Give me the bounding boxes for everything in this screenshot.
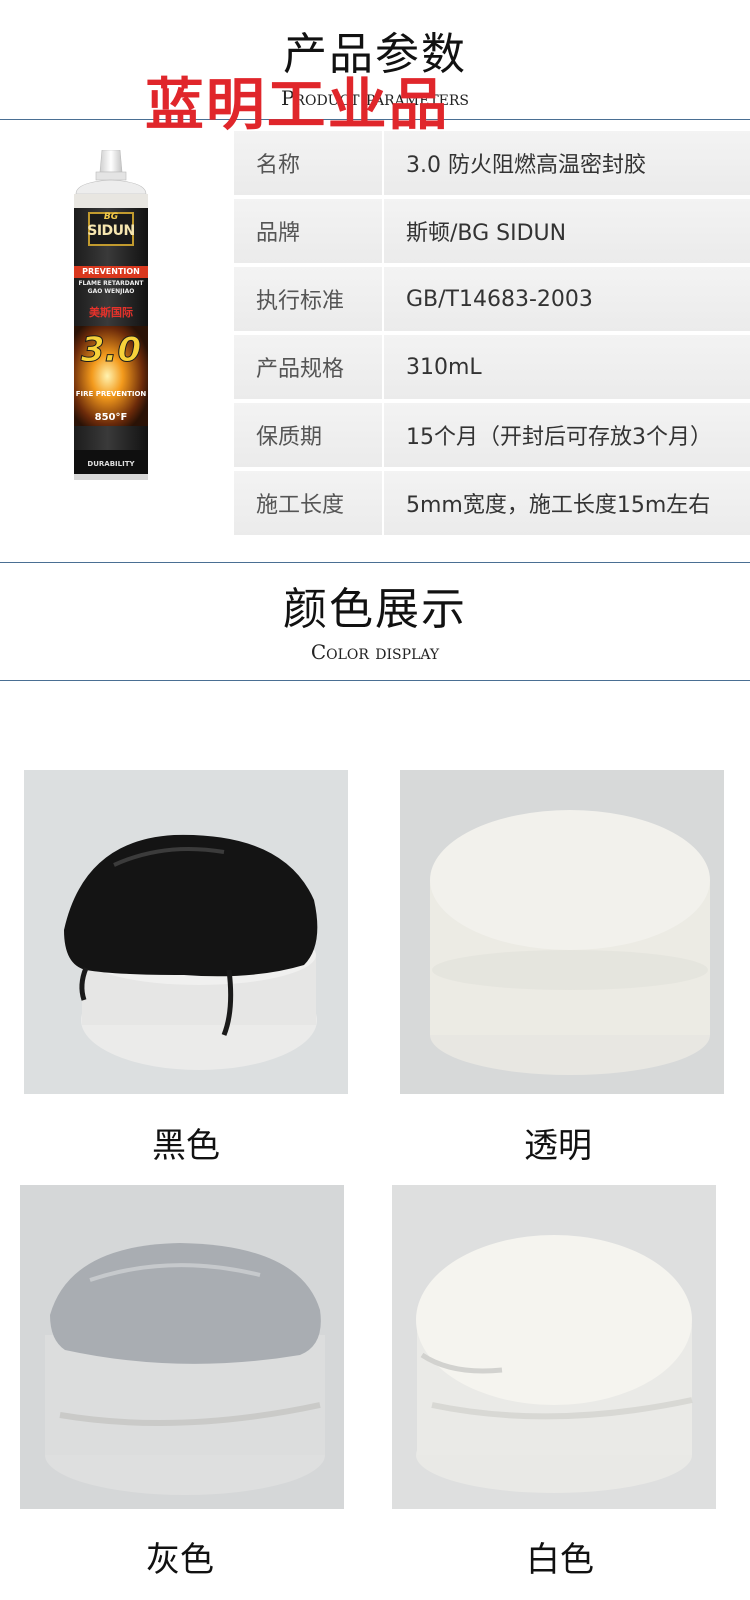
colors-rule <box>0 680 750 681</box>
spec-row: 名称 3.0 防火阻燃高温密封胶 <box>234 131 750 195</box>
spec-row: 执行标准 GB/T14683-2003 <box>234 267 750 331</box>
spec-value: 斯顿/BG SIDUN <box>406 221 567 246</box>
colors-title-en: Color display <box>310 640 440 664</box>
spec-table: 名称 3.0 防火阻燃高温密封胶 品牌 斯顿/BG SIDUN 执行标准 GB/… <box>234 131 750 539</box>
tube-brand-logo: BG <box>103 212 119 222</box>
swatch-black-image <box>24 770 348 1094</box>
swatch-transparent-image <box>400 770 724 1094</box>
watermark: 蓝明工业品 <box>145 73 450 138</box>
tube-line-5: FIRE PREVENTION <box>75 390 147 398</box>
tube-big-label: 3.0 <box>80 330 142 371</box>
spec-value: 5mm宽度，施工长度15m左右 <box>406 493 711 518</box>
params-bottom-rule <box>0 562 750 563</box>
swatch-label-black: 黑色 <box>152 1126 220 1166</box>
spec-value: 310mL <box>406 354 482 380</box>
spec-row: 保质期 15个月（开封后可存放3个月） <box>234 403 750 467</box>
tube-line-3: GAO WENJIAO <box>87 288 135 295</box>
swatch-white-image <box>392 1185 716 1509</box>
spec-label: 品牌 <box>234 199 384 263</box>
spec-label: 产品规格 <box>234 335 384 399</box>
spec-row: 品牌 斯顿/BG SIDUN <box>234 199 750 263</box>
spec-value: GB/T14683-2003 <box>406 286 593 312</box>
spec-value: 3.0 防火阻燃高温密封胶 <box>406 153 646 178</box>
spec-label: 执行标准 <box>234 267 384 331</box>
tube-bottom-label: DURABILITY <box>87 460 135 468</box>
tube-temp: 850°F <box>94 412 128 423</box>
colors-title-cn: 颜色展示 <box>283 584 467 635</box>
swatch-label-white: 白色 <box>526 1540 594 1580</box>
product-tube-image: BG SIDUN PREVENTION FLAME RETARDANT GAO … <box>66 149 156 490</box>
tube-line-4: 美斯国际 <box>89 306 133 319</box>
tube-line-1: PREVENTION <box>82 267 140 276</box>
tube-brand-name: SIDUN <box>87 223 135 239</box>
spec-row: 产品规格 310mL <box>234 335 750 399</box>
tube-line-2: FLAME RETARDANT <box>78 280 144 287</box>
spec-value: 15个月（开封后可存放3个月） <box>406 425 712 450</box>
spec-row: 施工长度 5mm宽度，施工长度15m左右 <box>234 471 750 535</box>
swatch-label-gray: 灰色 <box>146 1540 214 1580</box>
swatch-label-transparent: 透明 <box>524 1126 592 1166</box>
spec-label: 名称 <box>234 131 384 195</box>
spec-label: 施工长度 <box>234 471 384 535</box>
spec-label: 保质期 <box>234 403 384 467</box>
swatch-gray-image <box>20 1185 344 1509</box>
